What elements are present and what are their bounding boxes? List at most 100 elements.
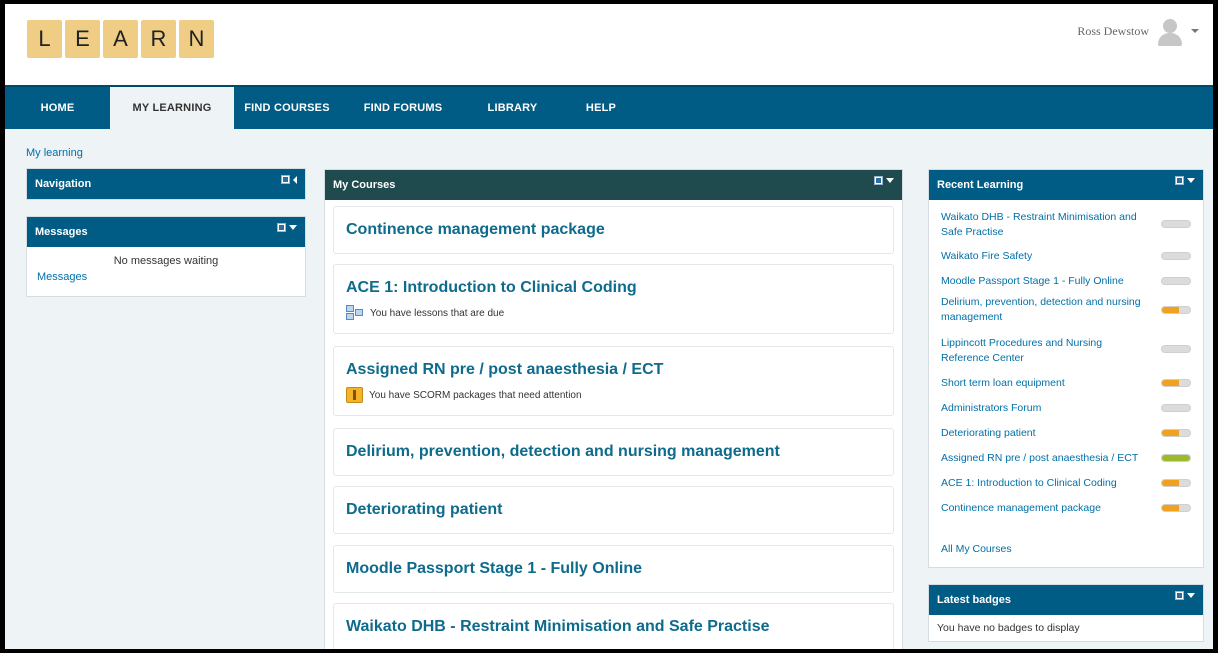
my-courses-header[interactable]: My Courses (325, 170, 902, 200)
recent-learning-header[interactable]: Recent Learning (929, 170, 1203, 200)
recent-course-link[interactable]: Delirium, prevention, detection and nurs… (941, 296, 1141, 323)
avatar[interactable] (1155, 16, 1185, 46)
course-title-link[interactable]: Waikato DHB - Restraint Minimisation and… (346, 618, 770, 636)
list-item[interactable]: Assigned RN pre / post anaesthesia / ECT (941, 451, 1191, 466)
course-card: Moodle Passport Stage 1 - Fully Online (333, 545, 894, 593)
progress-bar (1161, 345, 1191, 353)
recent-learning-block: Recent Learning Waikato DHB - Restraint … (928, 169, 1204, 568)
recent-course-link[interactable]: Continence management package (941, 502, 1101, 514)
list-item[interactable]: Waikato DHB - Restraint Minimisation and… (941, 210, 1191, 240)
logo-tile: R (141, 20, 176, 58)
scorm-icon (346, 387, 363, 403)
block-controls (277, 223, 297, 232)
list-item[interactable]: ACE 1: Introduction to Clinical Coding (941, 476, 1191, 491)
learn-logo[interactable]: L E A R N (27, 20, 214, 58)
recent-course-link[interactable]: Administrators Forum (941, 402, 1041, 414)
block-title: Navigation (35, 178, 92, 190)
dock-icon[interactable] (874, 176, 883, 185)
navigation-block-header[interactable]: Navigation (27, 169, 305, 199)
recent-course-link[interactable]: Assigned RN pre / post anaesthesia / ECT (941, 452, 1138, 464)
my-courses-block: My Courses Continence management package… (324, 169, 903, 649)
user-name[interactable]: Ross Dewstow (1077, 24, 1149, 39)
list-item[interactable]: Administrators Forum (941, 401, 1191, 416)
recent-course-link[interactable]: Lippincott Procedures and Nursing Refere… (941, 337, 1102, 364)
chevron-down-icon[interactable] (1187, 178, 1195, 183)
progress-bar (1161, 252, 1191, 260)
progress-bar (1161, 454, 1191, 462)
nav-my-learning[interactable]: MY LEARNING (110, 87, 234, 129)
chevron-down-icon[interactable] (886, 178, 894, 183)
course-card: Delirium, prevention, detection and nurs… (333, 428, 894, 476)
messages-block: Messages No messages waiting Messages (26, 216, 306, 297)
breadcrumb[interactable]: My learning (26, 147, 83, 159)
lesson-icon (346, 305, 364, 321)
list-item[interactable]: Delirium, prevention, detection and nurs… (941, 295, 1191, 325)
nav-find-forums[interactable]: FIND FORUMS (340, 87, 466, 129)
progress-bar (1161, 504, 1191, 512)
list-item[interactable]: Deteriorating patient (941, 426, 1191, 441)
dock-icon[interactable] (281, 175, 290, 184)
logo-tile: E (65, 20, 100, 58)
recent-course-link[interactable]: Short term loan equipment (941, 377, 1065, 389)
course-title-link[interactable]: Continence management package (346, 221, 605, 239)
messages-link[interactable]: Messages (37, 271, 295, 283)
nav-find-courses[interactable]: FIND COURSES (234, 87, 340, 129)
logo-tile: A (103, 20, 138, 58)
block-title: Messages (35, 226, 88, 238)
list-item[interactable]: Waikato Fire Safety (941, 249, 1191, 264)
site-header: L E A R N Ross Dewstow (5, 4, 1213, 85)
course-card: Assigned RN pre / post anaesthesia / ECT… (333, 346, 894, 416)
progress-fill (1162, 307, 1179, 313)
user-menu[interactable]: Ross Dewstow (1077, 16, 1199, 46)
all-my-courses-link[interactable]: All My Courses (941, 543, 1012, 555)
progress-bar (1161, 277, 1191, 285)
dock-icon[interactable] (1175, 176, 1184, 185)
logo-tile: L (27, 20, 62, 58)
progress-fill (1162, 455, 1190, 461)
course-note-text[interactable]: You have lessons that are due (370, 308, 504, 319)
progress-fill (1162, 430, 1179, 436)
nav-help[interactable]: HELP (559, 87, 643, 129)
course-card: Deteriorating patient (333, 486, 894, 534)
block-controls (1175, 176, 1195, 185)
recent-course-link[interactable]: Waikato DHB - Restraint Minimisation and… (941, 211, 1137, 238)
chevron-down-icon[interactable] (289, 225, 297, 230)
chevron-left-icon[interactable] (293, 175, 297, 184)
course-note-text[interactable]: You have SCORM packages that need attent… (369, 390, 582, 401)
messages-body: No messages waiting Messages (27, 247, 305, 291)
list-item[interactable]: Lippincott Procedures and Nursing Refere… (941, 336, 1191, 366)
progress-bar (1161, 379, 1191, 387)
block-controls (1175, 591, 1195, 600)
recent-course-link[interactable]: ACE 1: Introduction to Clinical Coding (941, 477, 1117, 489)
dock-icon[interactable] (1175, 591, 1184, 600)
course-title-link[interactable]: Delirium, prevention, detection and nurs… (346, 443, 780, 461)
latest-badges-header[interactable]: Latest badges (929, 585, 1203, 615)
chevron-down-icon[interactable] (1191, 29, 1199, 33)
recent-learning-list: Waikato DHB - Restraint Minimisation and… (929, 200, 1203, 516)
course-notification: You have lessons that are due (346, 305, 504, 321)
list-item[interactable]: Moodle Passport Stage 1 - Fully Online (941, 274, 1191, 289)
recent-course-link[interactable]: Deteriorating patient (941, 427, 1036, 439)
recent-course-link[interactable]: Moodle Passport Stage 1 - Fully Online (941, 275, 1124, 287)
navigation-block: Navigation (26, 168, 306, 200)
list-item[interactable]: Short term loan equipment (941, 376, 1191, 391)
course-title-link[interactable]: Deteriorating patient (346, 501, 502, 519)
block-title: Recent Learning (937, 179, 1024, 191)
nav-home[interactable]: HOME (5, 87, 110, 129)
list-item[interactable]: Continence management package (941, 501, 1191, 516)
dock-icon[interactable] (277, 223, 286, 232)
nav-library[interactable]: LIBRARY (466, 87, 559, 129)
progress-fill (1162, 480, 1179, 486)
course-title-link[interactable]: ACE 1: Introduction to Clinical Coding (346, 279, 637, 297)
recent-course-link[interactable]: Waikato Fire Safety (941, 250, 1032, 262)
progress-bar (1161, 479, 1191, 487)
progress-bar (1161, 429, 1191, 437)
no-messages-text: No messages waiting (113, 255, 219, 267)
course-card: Continence management package (333, 206, 894, 254)
progress-fill (1162, 505, 1179, 511)
chevron-down-icon[interactable] (1187, 593, 1195, 598)
course-title-link[interactable]: Moodle Passport Stage 1 - Fully Online (346, 560, 642, 578)
logo-tile: N (179, 20, 214, 58)
messages-block-header[interactable]: Messages (27, 217, 305, 247)
course-title-link[interactable]: Assigned RN pre / post anaesthesia / ECT (346, 361, 663, 379)
